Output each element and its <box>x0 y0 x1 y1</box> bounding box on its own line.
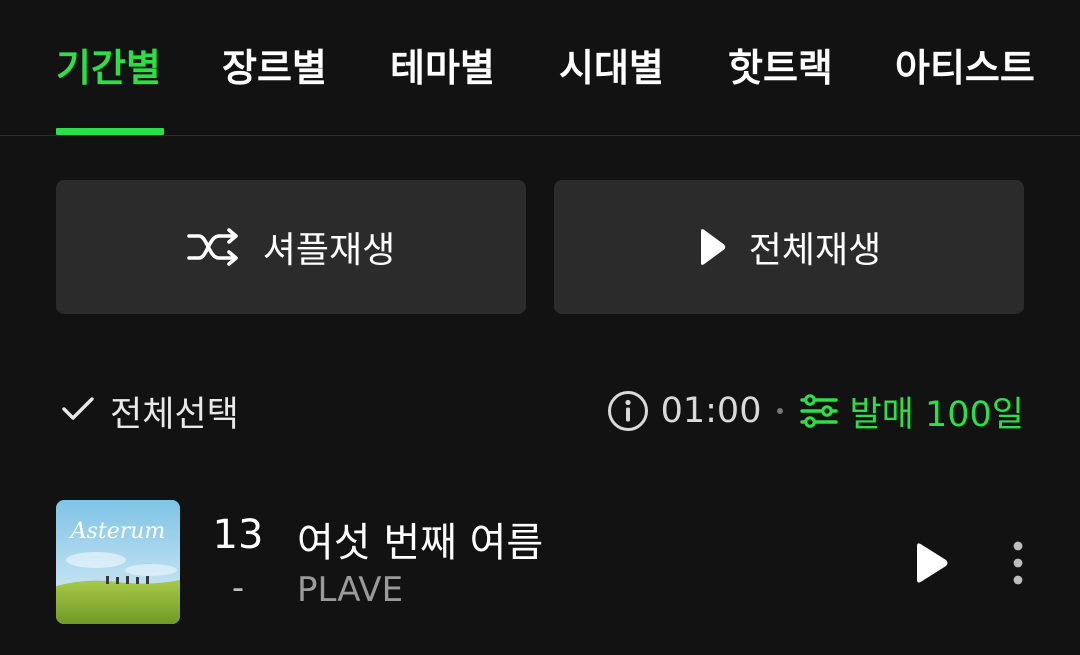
tab-period[interactable]: 기간별 <box>56 40 161 96</box>
tab-theme[interactable]: 테마별 <box>390 40 495 96</box>
separator-dot <box>777 408 784 414</box>
more-vertical-icon <box>1008 541 1028 592</box>
active-tab-indicator <box>56 128 164 135</box>
play-icon <box>912 543 950 588</box>
shuffle-icon <box>186 228 241 266</box>
tab-era[interactable]: 시대별 <box>559 40 664 96</box>
shuffle-play-button[interactable]: 셔플재생 <box>56 180 526 314</box>
album-art-text: Asterum <box>69 519 166 544</box>
song-row[interactable]: Asterum 13 - 여섯 번째 여름 PLAVE <box>0 490 1080 635</box>
tab-bar: 기간별 장르별 테마별 시대별 핫트랙 아티스트 <box>0 0 1080 136</box>
song-play-button[interactable] <box>912 542 950 588</box>
play-all-button[interactable]: 전체재생 <box>554 180 1024 314</box>
list-filter-bar: 01:00 발매 100일 <box>607 385 1024 437</box>
more-options-button[interactable] <box>1008 540 1028 592</box>
tab-artist[interactable]: 아티스트 <box>895 40 1035 96</box>
select-all-label: 전체선택 <box>110 394 239 435</box>
filter-sliders-icon <box>799 393 839 429</box>
tab-genre[interactable]: 장르별 <box>222 40 327 96</box>
rank-change: - <box>231 568 245 608</box>
shuffle-play-label: 셔플재생 <box>262 230 396 271</box>
song-artist[interactable]: PLAVE <box>297 570 403 610</box>
release-filter-label: 발매 100일 <box>849 394 1024 435</box>
play-all-label: 전체재생 <box>748 230 882 271</box>
play-icon <box>697 228 727 266</box>
album-art[interactable]: Asterum <box>56 500 180 624</box>
release-filter-button[interactable]: 발매 100일 <box>799 386 1024 437</box>
update-time: 01:00 <box>660 391 762 431</box>
check-icon <box>60 395 96 427</box>
tab-hottrack[interactable]: 핫트랙 <box>728 40 833 96</box>
info-icon[interactable] <box>607 390 649 432</box>
song-title: 여섯 번째 여름 <box>297 520 544 566</box>
select-all-toggle[interactable]: 전체선택 <box>60 385 239 437</box>
song-rank: 13 <box>212 512 264 558</box>
